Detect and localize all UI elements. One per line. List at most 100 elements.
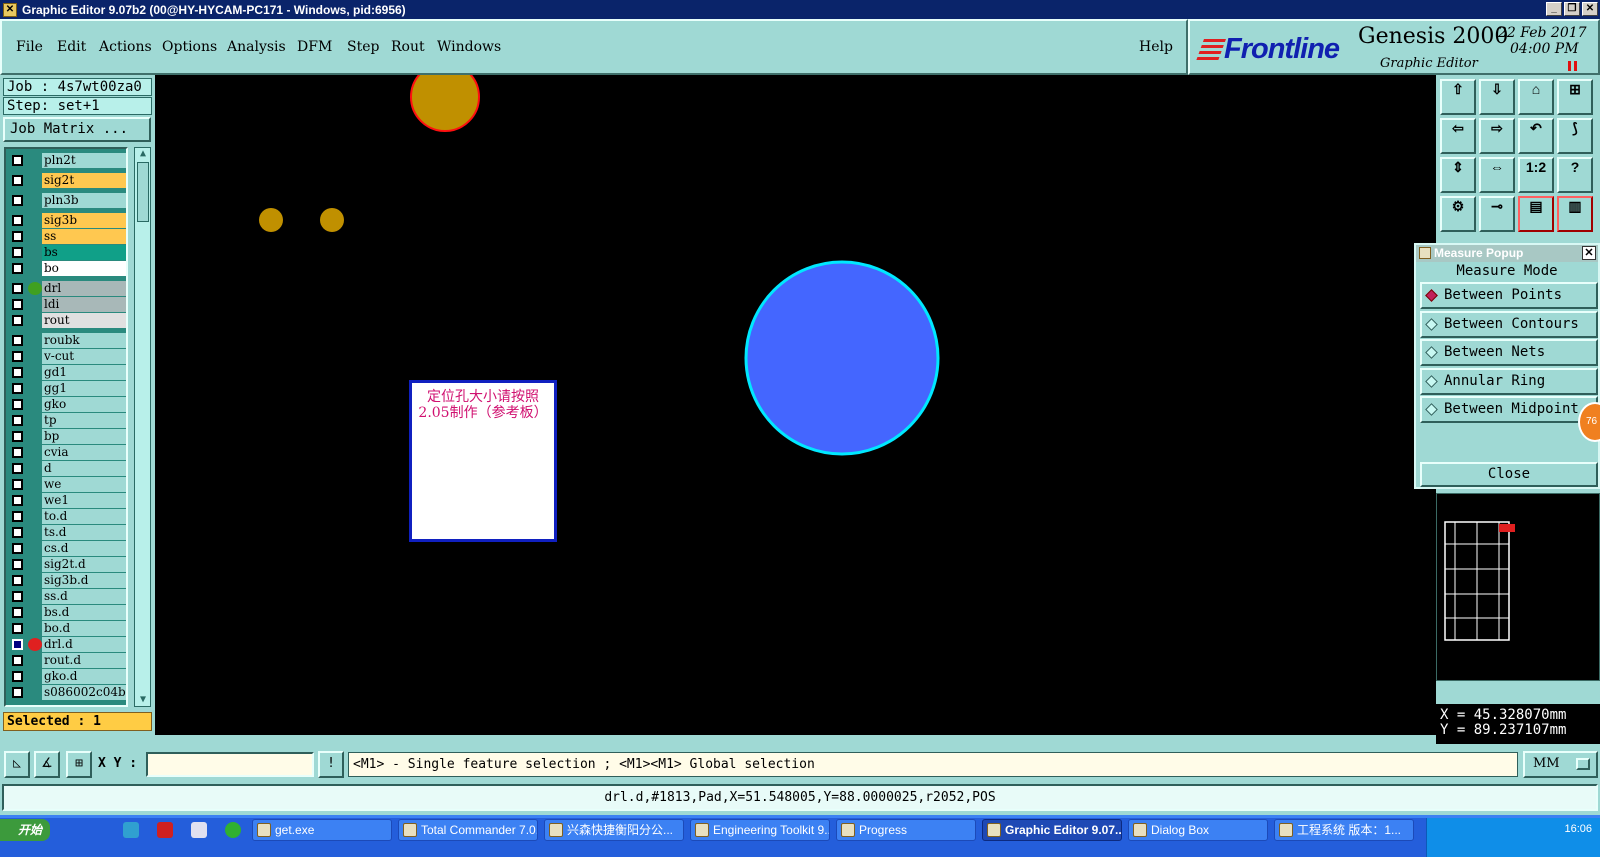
layer-checkbox[interactable] [12,575,23,586]
home-icon[interactable]: ⌂ [1518,79,1554,115]
menu-dfm[interactable]: DFM [297,39,332,55]
layer-checkbox[interactable] [12,463,23,474]
layer-name[interactable]: v-cut [42,349,126,364]
menu-step[interactable]: Step [347,39,379,55]
layer-name[interactable]: rout.d [42,653,126,668]
grid-icon[interactable]: ⊞ [1557,79,1593,115]
layer-row[interactable]: rout.d [8,653,126,668]
menu-analysis[interactable]: Analysis [227,39,286,55]
layer-row[interactable]: bo.d [8,621,126,636]
layer-row[interactable]: bs [8,245,126,260]
mode-between-midpoint[interactable]: Between Midpoint [1420,396,1598,423]
layer-row[interactable]: gg1 [8,381,126,396]
layer-name[interactable]: bo.d [42,621,126,636]
task-dialog-box[interactable]: Dialog Box [1128,819,1268,841]
pan-right-icon[interactable]: ⇨ [1479,118,1515,154]
layer-name[interactable]: sig3b [42,213,126,228]
task-total-commander[interactable]: Total Commander 7.0... [398,819,538,841]
layer-name[interactable]: bs [42,245,126,260]
layer-row[interactable]: rout [8,313,126,328]
layer-checkbox[interactable] [12,415,23,426]
layer-checkbox[interactable] [12,383,23,394]
layer-checkbox[interactable] [12,431,23,442]
layer-checkbox[interactable] [12,283,23,294]
layer-row[interactable]: sig2t [8,173,126,188]
layer-checkbox[interactable] [12,495,23,506]
help-icon[interactable]: ? [1557,157,1593,193]
layer-row[interactable]: v-cut [8,349,126,364]
layer-row[interactable]: drl.d [8,637,126,652]
layer-name[interactable]: gg1 [42,381,126,396]
layer-checkbox[interactable] [12,671,23,682]
layer-name[interactable]: s086002c04b0 [42,685,126,700]
task-engineering-toolkit[interactable]: Engineering Toolkit 9.... [690,819,830,841]
menu-rout[interactable]: Rout [391,39,425,55]
browser-icon[interactable] [225,822,241,838]
layer-name[interactable]: gko.d [42,669,126,684]
task-get-exe[interactable]: get.exe [252,819,392,841]
layer-name[interactable]: rout [42,313,126,328]
layer-checkbox[interactable] [12,299,23,310]
layers-alt-icon[interactable]: ▥ [1557,196,1593,232]
layer-name[interactable]: tp [42,413,126,428]
mode-between-points[interactable]: Between Points [1420,282,1598,309]
task-progress[interactable]: Progress [836,819,976,841]
calculator-icon[interactable] [191,822,207,838]
select-tool-icon[interactable]: ◺ [4,751,30,778]
layer-name[interactable]: sig2t.d [42,557,126,572]
layer-row[interactable]: ts.d [8,525,126,540]
mode-between-contours[interactable]: Between Contours [1420,311,1598,338]
undo-view-icon[interactable]: ↶ [1518,118,1554,154]
layer-row[interactable]: cs.d [8,541,126,556]
layer-checkbox[interactable] [12,623,23,634]
layer-checkbox[interactable] [12,175,23,186]
menu-edit[interactable]: Edit [57,39,86,55]
layer-row[interactable]: we [8,477,126,492]
restore-button[interactable]: ❐ [1564,2,1580,16]
layer-row[interactable]: drl [8,281,126,296]
layer-row[interactable]: ss [8,229,126,244]
layer-checkbox[interactable] [12,231,23,242]
units-select[interactable]: MM [1523,751,1598,778]
layer-row[interactable]: cvia [8,445,126,460]
layer-row[interactable]: gko.d [8,669,126,684]
layer-name[interactable]: to.d [42,509,126,524]
scale-icon[interactable]: 1:2 [1518,157,1554,193]
layer-row[interactable]: bs.d [8,605,126,620]
graphic-canvas[interactable]: 定位孔大小请按照2.05制作（参考板） [155,75,1436,735]
layer-row[interactable]: bp [8,429,126,444]
snap-icon[interactable]: ⟆ [1557,118,1593,154]
layer-name[interactable]: ts.d [42,525,126,540]
popup-close-button[interactable]: Close [1420,462,1598,487]
task-graphic-editor[interactable]: Graphic Editor 9.07... [982,819,1122,841]
layer-checkbox[interactable] [12,591,23,602]
layer-name[interactable]: gko [42,397,126,412]
pad-large[interactable] [410,75,480,132]
menu-windows[interactable]: Windows [437,39,501,55]
layer-name[interactable]: pln2t [42,153,126,168]
layers-icon[interactable]: ▤ [1518,196,1554,232]
measure-tool-icon[interactable]: ∡ [34,751,60,778]
layer-name[interactable]: sig3b.d [42,573,126,588]
layer-name[interactable]: gd1 [42,365,126,380]
layer-checkbox[interactable] [12,479,23,490]
note-text-box[interactable]: 定位孔大小请按照2.05制作（参考板） [409,380,557,542]
layer-row[interactable]: ss.d [8,589,126,604]
pdf-icon[interactable] [157,822,173,838]
menu-help[interactable]: Help [1139,39,1173,55]
start-button[interactable]: 开始 [0,819,50,841]
tray-clock[interactable]: 16:06 [1564,823,1592,835]
layer-checkbox[interactable] [12,247,23,258]
layer-name[interactable]: drl [42,281,126,296]
layer-name[interactable]: pln3b [42,193,126,208]
layer-name[interactable]: we [42,477,126,492]
layer-row[interactable]: we1 [8,493,126,508]
layer-row[interactable]: sig2t.d [8,557,126,572]
layer-row[interactable]: bo [8,261,126,276]
zoom-down-icon[interactable]: ⇩ [1479,79,1515,115]
layer-checkbox[interactable] [12,195,23,206]
layer-checkbox[interactable] [12,511,23,522]
layer-name[interactable]: ldi [42,297,126,312]
layer-name[interactable]: drl.d [42,637,126,652]
layer-checkbox[interactable] [12,315,23,326]
